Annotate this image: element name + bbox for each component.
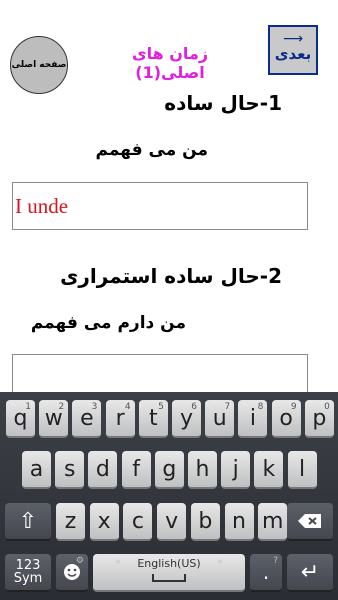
period-key[interactable]: ? .: [250, 554, 282, 592]
key-j[interactable]: j: [221, 451, 251, 489]
space-bar-icon: [152, 574, 186, 582]
space-key[interactable]: ◂ English(US) ▸: [93, 554, 245, 592]
key-p-hint: 0: [324, 402, 330, 412]
settings-hint-icon: ⚙: [75, 556, 84, 566]
key-y[interactable]: 6y: [172, 400, 201, 438]
symbols-key[interactable]: 123 Sym: [5, 554, 51, 592]
enter-key[interactable]: ↵: [287, 554, 333, 592]
key-a-label: a: [29, 456, 44, 482]
key-b[interactable]: b: [190, 503, 220, 541]
key-o[interactable]: 9o: [271, 400, 301, 438]
emoji-key[interactable]: ⚙: [56, 554, 88, 592]
key-a[interactable]: a: [22, 451, 51, 489]
period-key-hint: ?: [273, 556, 278, 566]
key-r-label: r: [115, 405, 125, 431]
key-e-hint: 3: [91, 402, 98, 412]
shift-key[interactable]: ⇧: [5, 503, 51, 541]
key-o-hint: 9: [290, 402, 297, 412]
home-button[interactable]: صفحه اصلی: [10, 36, 68, 94]
key-d[interactable]: d: [88, 451, 118, 489]
symbols-key-line2: Sym: [13, 571, 43, 586]
key-w-hint: 2: [58, 402, 65, 412]
space-right-arrow-icon: ▸: [218, 557, 223, 567]
key-v[interactable]: v: [157, 503, 187, 541]
section-2-sentence: من دارم می فهمم: [30, 313, 186, 333]
key-r-hint: 4: [124, 402, 131, 412]
enter-arrow-icon: ↵: [300, 559, 320, 585]
key-r[interactable]: 4r: [105, 400, 135, 438]
key-l[interactable]: l: [287, 451, 317, 489]
key-d-label: d: [95, 456, 110, 482]
key-n[interactable]: n: [224, 503, 254, 541]
key-v-label: v: [165, 508, 179, 534]
section-2-heading: 2-حال ساده استمراری: [60, 264, 282, 288]
key-i-hint: 8: [257, 402, 264, 412]
key-q-hint: 1: [25, 402, 31, 412]
key-h-label: h: [195, 456, 210, 482]
key-s-label: s: [63, 456, 76, 482]
backspace-icon: [298, 514, 321, 528]
key-i[interactable]: 8i: [238, 400, 268, 438]
key-g-label: g: [162, 456, 177, 482]
section-1-sentence: من می فهمم: [95, 140, 208, 160]
key-l-label: l: [299, 456, 306, 482]
next-button[interactable]: ⟶ بعدی: [268, 25, 318, 75]
on-screen-keyboard: ⇧ 123 Sym ⚙ ◂ English(US) ▸ ? . ↵ 1q2w3e…: [0, 392, 338, 600]
section-1-heading: 1-حال ساده: [164, 91, 282, 115]
arrow-right-icon: ⟶: [282, 31, 304, 47]
key-j-label: j: [232, 456, 239, 482]
page-title: زمان های اصلی(1): [131, 44, 209, 82]
key-t-label: t: [148, 405, 158, 431]
key-s[interactable]: s: [55, 451, 85, 489]
key-h[interactable]: h: [188, 451, 217, 489]
key-c[interactable]: c: [123, 503, 153, 541]
shift-arrow-icon: ⇧: [18, 508, 38, 534]
key-g[interactable]: g: [154, 451, 184, 489]
key-t-hint: 5: [158, 402, 164, 412]
key-i-label: i: [249, 405, 256, 431]
key-f[interactable]: f: [121, 451, 151, 489]
key-t[interactable]: 5t: [138, 400, 168, 438]
key-x[interactable]: x: [89, 503, 119, 541]
key-u-hint: 7: [224, 402, 231, 412]
key-z-label: z: [64, 508, 77, 534]
key-w[interactable]: 2w: [39, 400, 69, 438]
key-p[interactable]: 0p: [304, 400, 334, 438]
section-1-answer-input[interactable]: [13, 183, 307, 229]
key-c-label: c: [131, 508, 144, 534]
key-q[interactable]: 1q: [6, 400, 35, 438]
key-m[interactable]: m: [258, 503, 288, 541]
key-f-label: f: [132, 456, 140, 482]
key-m-label: m: [261, 508, 284, 534]
key-x-label: x: [97, 508, 111, 534]
key-u[interactable]: 7u: [205, 400, 235, 438]
key-y-hint: 6: [191, 402, 197, 412]
key-k-label: k: [262, 456, 276, 482]
period-key-label: .: [262, 560, 270, 584]
key-b-label: b: [198, 508, 213, 534]
backspace-key[interactable]: [287, 503, 333, 541]
key-z[interactable]: z: [56, 503, 85, 541]
key-k[interactable]: k: [254, 451, 284, 489]
key-e[interactable]: 3e: [72, 400, 102, 438]
key-n-label: n: [232, 508, 246, 534]
next-button-label: بعدی: [274, 45, 312, 63]
section-1-answer-box[interactable]: [12, 182, 308, 230]
